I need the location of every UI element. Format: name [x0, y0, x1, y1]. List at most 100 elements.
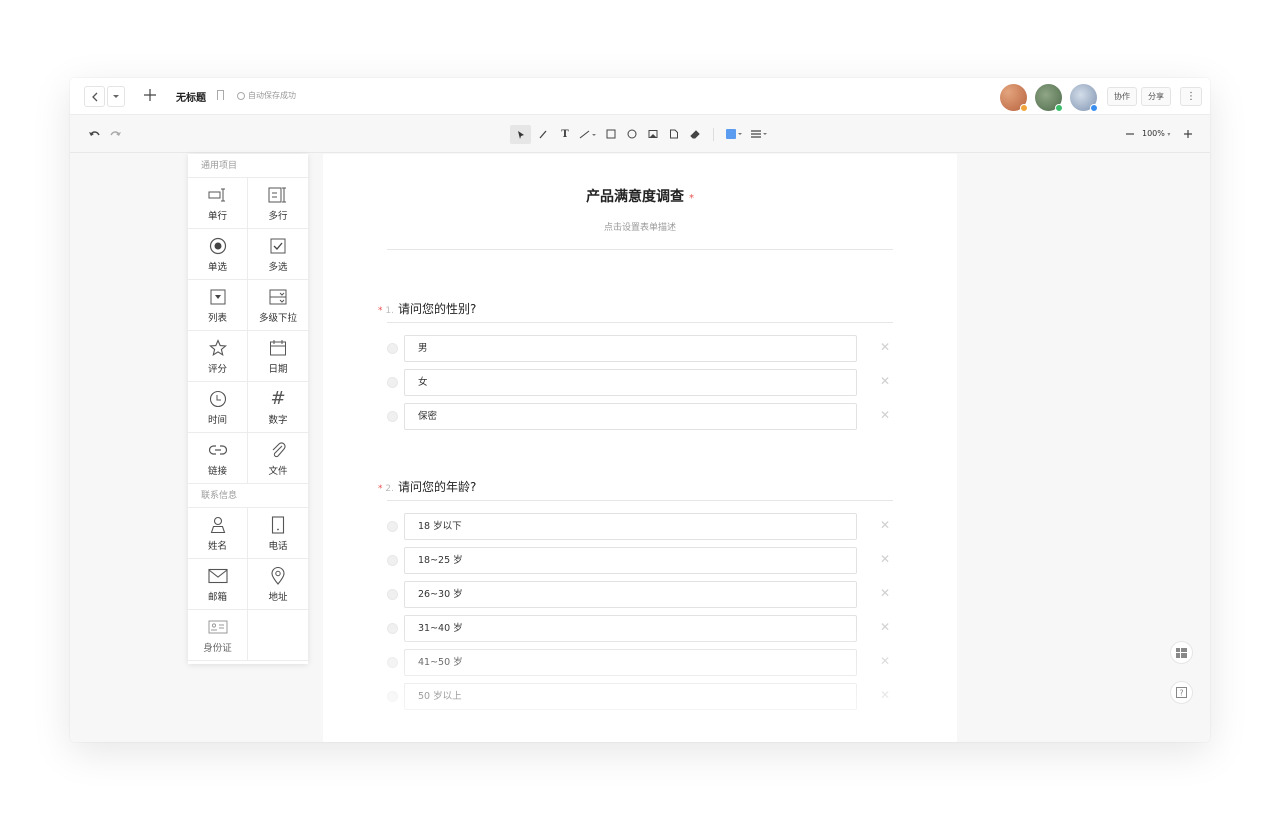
palette-item-label: 多行	[268, 210, 288, 222]
caret-down-icon: ▾	[1167, 131, 1171, 138]
rectangle-icon	[606, 129, 616, 139]
ellipse-tool[interactable]	[624, 126, 640, 142]
option-input[interactable]: 41~50 岁	[404, 648, 857, 676]
radio-circle-icon[interactable]	[387, 520, 398, 532]
palette-item-radio[interactable]: 单选	[188, 229, 248, 280]
close-icon[interactable]: ✕	[880, 620, 890, 634]
palette-item-address[interactable]: 地址	[248, 559, 308, 610]
eraser-tool[interactable]	[687, 126, 703, 142]
close-icon[interactable]: ✕	[880, 518, 890, 532]
palette-item-multi-line[interactable]: 多行	[248, 178, 308, 229]
palette-grid-general: 单行 多行 单选 多选 列表 多级下拉 评分 日期 时间 # 数字 链接 文件	[188, 178, 308, 484]
line-tool[interactable]	[578, 126, 598, 142]
radio-circle-icon[interactable]	[387, 342, 398, 354]
palette-item-id-card[interactable]: 身份证	[188, 610, 248, 661]
option-input[interactable]: 男	[404, 334, 857, 362]
option-input[interactable]: 18 岁以下	[404, 512, 857, 540]
zoom-in-button[interactable]	[1180, 126, 1196, 142]
option-input[interactable]: 女	[404, 368, 857, 396]
option-input[interactable]: 50 岁以上	[404, 682, 857, 710]
location-icon	[268, 566, 288, 586]
rectangle-tool[interactable]	[603, 126, 619, 142]
palette-item-number[interactable]: # 数字	[248, 382, 308, 433]
image-tool[interactable]	[645, 126, 661, 142]
zoom-level-text: 100%	[1142, 129, 1165, 138]
redo-button[interactable]	[108, 126, 124, 142]
palette-item-label: 单选	[207, 261, 227, 273]
palette-item-email[interactable]: 邮箱	[188, 559, 248, 610]
radio-circle-icon[interactable]	[387, 410, 398, 422]
option-row: 女 ✕	[387, 368, 893, 396]
radio-circle-icon[interactable]	[387, 690, 398, 702]
palette-item-label: 时间	[207, 414, 227, 426]
palette-item-cascade[interactable]: 多级下拉	[248, 280, 308, 331]
question-title[interactable]: * 2. 请问您的年龄?	[378, 478, 476, 495]
person-icon	[208, 515, 228, 535]
text-tool[interactable]: T	[557, 126, 573, 142]
palette-item-date[interactable]: 日期	[248, 331, 308, 382]
image-icon	[648, 130, 658, 138]
select-tool[interactable]	[510, 125, 531, 144]
option-row: 41~50 岁 ✕	[387, 648, 893, 676]
option-input[interactable]: 18~25 岁	[404, 546, 857, 574]
bookmark-icon[interactable]	[217, 90, 224, 100]
palette-empty-cell	[248, 610, 308, 661]
share-button[interactable]: 分享	[1141, 87, 1171, 106]
palette-item-dropdown[interactable]: 列表	[188, 280, 248, 331]
palette-grid-contact: 姓名 电话 邮箱 地址 身份证	[188, 508, 308, 661]
palette-item-link[interactable]: 链接	[188, 433, 248, 484]
close-icon[interactable]: ✕	[880, 340, 890, 354]
close-icon[interactable]: ✕	[880, 552, 890, 566]
palette-item-single-line[interactable]: 单行	[188, 178, 248, 229]
radio-circle-icon[interactable]	[387, 554, 398, 566]
close-icon[interactable]: ✕	[880, 374, 890, 388]
help-icon: ?	[1176, 687, 1187, 698]
radio-circle-icon[interactable]	[387, 376, 398, 388]
document-title[interactable]: 无标题	[176, 89, 206, 104]
question-title[interactable]: * 1. 请问您的性别?	[378, 300, 476, 317]
close-icon[interactable]: ✕	[880, 654, 890, 668]
eraser-icon	[689, 130, 700, 139]
back-button[interactable]	[84, 86, 105, 107]
new-button[interactable]	[142, 87, 158, 103]
undo-button[interactable]	[86, 126, 102, 142]
zoom-out-button[interactable]	[1122, 126, 1138, 142]
palette-item-time[interactable]: 时间	[188, 382, 248, 433]
note-tool[interactable]	[666, 126, 682, 142]
collab-button[interactable]: 协作	[1107, 87, 1137, 106]
history-dropdown-button[interactable]	[107, 86, 125, 107]
option-input[interactable]: 31~40 岁	[404, 614, 857, 642]
avatar[interactable]	[1070, 84, 1098, 112]
palette-item-label: 列表	[207, 312, 227, 324]
layout-button[interactable]	[1170, 641, 1193, 664]
fill-color-picker[interactable]	[725, 126, 745, 142]
pen-icon	[539, 130, 547, 139]
option-input[interactable]: 26~30 岁	[404, 580, 857, 608]
close-icon[interactable]: ✕	[880, 586, 890, 600]
help-button[interactable]: ?	[1170, 681, 1193, 704]
palette-item-name[interactable]: 姓名	[188, 508, 248, 559]
pen-tool[interactable]	[535, 126, 551, 142]
close-icon[interactable]: ✕	[880, 408, 890, 422]
radio-circle-icon[interactable]	[387, 656, 398, 668]
close-icon[interactable]: ✕	[880, 688, 890, 702]
palette-item-phone[interactable]: 电话	[248, 508, 308, 559]
option-input[interactable]: 保密	[404, 402, 857, 430]
form-description[interactable]: 点击设置表单描述	[323, 220, 957, 233]
canvas[interactable]: 通用项目 单行 多行 单选 多选 列表 多级下拉 评分 日期 时间 # 数字 链…	[70, 154, 1210, 742]
avatar[interactable]	[1000, 84, 1028, 112]
multi-line-icon	[268, 185, 288, 205]
palette-item-rating[interactable]: 评分	[188, 331, 248, 382]
palette-item-file[interactable]: 文件	[248, 433, 308, 484]
more-button[interactable]: ⋮	[1180, 87, 1202, 106]
palette-item-checkbox[interactable]: 多选	[248, 229, 308, 280]
line-style-picker[interactable]	[750, 126, 770, 142]
option-row: 保密 ✕	[387, 402, 893, 430]
avatar[interactable]	[1035, 84, 1063, 112]
radio-circle-icon[interactable]	[387, 588, 398, 600]
form-title[interactable]: 产品满意度调查 *	[323, 186, 957, 206]
radio-circle-icon[interactable]	[387, 622, 398, 634]
phone-icon	[268, 515, 288, 535]
chevron-left-icon	[91, 92, 97, 101]
zoom-level[interactable]: 100% ▾	[1142, 129, 1170, 138]
